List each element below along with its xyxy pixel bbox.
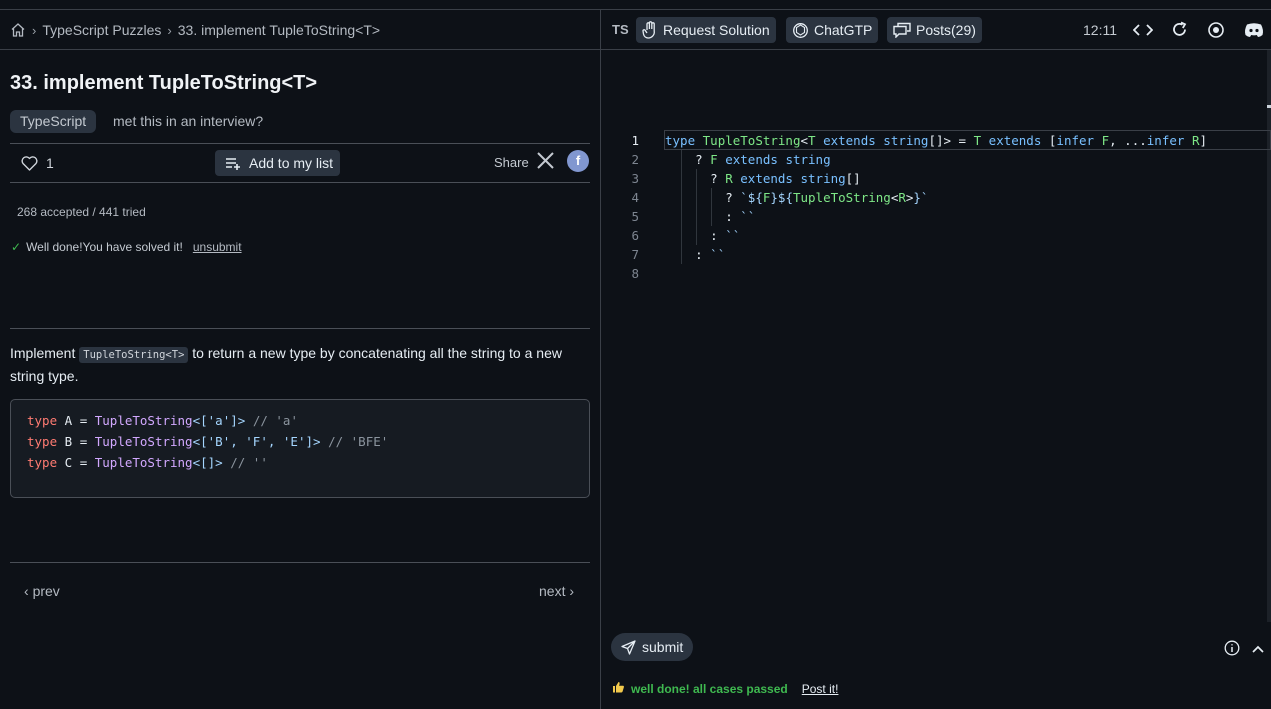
chat-bubbles-icon [893,22,911,38]
description-text-start: Implement [10,345,80,361]
solved-message: Well done!You have solved it! [26,240,183,254]
language-label: TS [612,22,629,37]
submit-button[interactable]: submit [611,633,694,661]
thumbs-up-icon [612,681,625,696]
interview-link[interactable]: met this in an interview? [113,113,263,129]
divider [10,182,590,183]
heart-icon [21,155,38,171]
send-icon [621,639,636,655]
facebook-icon[interactable]: f [567,150,589,172]
code-line: ? R extends string[] [710,171,861,186]
code-line: ? `${F}${TupleToString<R>}` [725,190,929,205]
divider [10,562,590,563]
divider [10,143,590,144]
timer: 12:11 [1083,22,1117,38]
chevron-left-icon: ‹ [24,583,33,599]
line-number: 5 [631,209,639,224]
info-icon[interactable] [1224,640,1240,661]
line-number: 3 [631,171,639,186]
result-message: well done! all cases passed [631,681,788,696]
divider [0,49,600,50]
chatgtp-button[interactable]: ChatGTP [786,17,879,43]
result-status: well done! all cases passed Post it! [612,681,838,696]
divider [10,328,590,329]
post-it-link[interactable]: Post it! [802,682,839,696]
code-line: : `` [710,228,741,243]
next-link[interactable]: next › [539,583,574,599]
code-line: ? F extends string [695,152,831,167]
code-line: : `` [725,209,756,224]
breadcrumb-current: 33. implement TupleToString<T> [177,22,381,38]
record-icon[interactable] [1207,21,1225,44]
chevron-right-icon: › [565,583,575,599]
like-count: 1 [46,155,54,171]
playlist-add-icon [226,158,240,170]
refresh-icon[interactable] [1171,21,1188,43]
chevron-up-icon[interactable] [1251,641,1265,659]
line-number: 2 [631,152,639,167]
openai-icon [793,22,808,38]
line-number: 7 [631,247,639,262]
scrollbar-marker [1267,105,1271,108]
code-line: type B = TupleToString<['B', 'F', 'E']> … [27,434,389,449]
posts-label: Posts(29) [916,22,976,38]
editor-panel: TS Request Solution ChatGTP Posts(29) 12… [601,10,1271,709]
code-line: type C = TupleToString<[]> // '' [27,455,268,470]
accepted-stats: 268 accepted / 441 tried [17,205,146,219]
line-number: 8 [631,266,639,281]
add-to-list-label: Add to my list [249,155,334,171]
prev-link[interactable]: ‹ prev [24,583,60,599]
request-solution-button[interactable]: Request Solution [636,17,776,43]
line-number: 6 [631,228,639,243]
x-twitter-icon[interactable] [536,151,555,175]
code-line: type TupleToString<T extends string[]> =… [665,133,1207,148]
submit-label: submit [642,639,684,655]
line-number: 1 [631,133,639,148]
problem-description: Implement TupleToString<T> to return a n… [10,343,590,387]
chevron-right-icon: › [32,22,37,38]
check-icon: ✓ [11,240,22,254]
hand-icon [642,21,655,39]
chatgtp-label: ChatGTP [814,22,873,38]
chevron-right-icon: › [167,22,172,38]
page-title: 33. implement TupleToString<T> [10,72,318,94]
line-number: 4 [631,190,639,205]
share-label: Share [494,155,529,170]
example-code-block: type A = TupleToString<['a']> // 'a' typ… [10,399,590,498]
home-icon[interactable] [10,22,26,38]
request-solution-label: Request Solution [663,22,770,38]
code-line: : `` [695,247,726,262]
tag-typescript[interactable]: TypeScript [10,110,97,133]
editor-toolbar: TS Request Solution ChatGTP Posts(29) 12… [601,10,1271,49]
discord-icon[interactable] [1244,22,1264,43]
problem-panel: › TypeScript Puzzles › 33. implement Tup… [0,10,600,709]
unsubmit-link[interactable]: unsubmit [193,240,242,254]
like-button[interactable]: 1 [21,155,54,171]
code-brackets-icon[interactable] [1132,23,1154,42]
breadcrumb-link-typescript-puzzles[interactable]: TypeScript Puzzles [42,22,161,38]
solved-status: ✓ Well done!You have solved it! unsubmit [11,240,242,254]
breadcrumb: › TypeScript Puzzles › 33. implement Tup… [10,21,380,39]
inline-code: TupleToString<T> [79,347,189,363]
posts-button[interactable]: Posts(29) [887,17,982,43]
code-line: type A = TupleToString<['a']> // 'a' [27,413,298,428]
add-to-list-button[interactable]: Add to my list [215,150,340,176]
